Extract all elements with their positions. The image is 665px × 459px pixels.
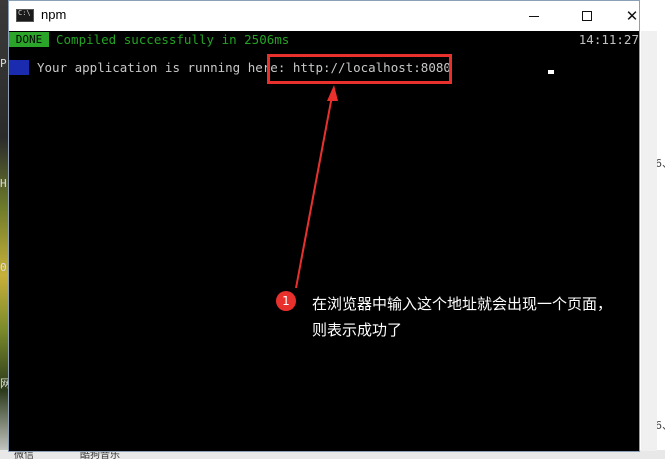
annotation-text-line2: 则表示成功了 xyxy=(312,321,403,339)
text-cursor xyxy=(548,70,554,74)
annotation-text-line1: 在浏览器中输入这个地址就会出现一个页面， xyxy=(312,295,613,313)
done-badge: DONE xyxy=(9,32,49,47)
url-highlight-box xyxy=(267,54,452,84)
annotation-note: 在浏览器中输入这个地址就会出现一个页面， 则表示成功了 xyxy=(312,291,642,343)
timestamp: 14:11:27 xyxy=(578,32,639,47)
console-window: npm ✕ DONE Compiled successfully in 2506… xyxy=(8,0,657,452)
close-button[interactable]: ✕ xyxy=(609,1,655,31)
console-icon xyxy=(16,9,34,22)
compile-status: Compiled successfully in 2506ms xyxy=(56,32,290,47)
maximize-icon xyxy=(582,11,592,21)
console-scrollbar[interactable] xyxy=(641,31,657,451)
console-output[interactable]: DONE Compiled successfully in 2506ms 14:… xyxy=(9,31,639,451)
maximize-button[interactable] xyxy=(565,1,611,31)
minimize-button[interactable] xyxy=(511,1,557,31)
running-label: Your application is running here: xyxy=(37,60,293,75)
close-icon: ✕ xyxy=(625,7,639,25)
desktop-background-left: P H 0 网 xyxy=(0,0,11,459)
background-text: 0 xyxy=(0,261,7,274)
console-line: DONE Compiled successfully in 2506ms 14:… xyxy=(9,32,639,48)
title-bar[interactable]: npm ✕ xyxy=(9,1,639,31)
annotation-number-badge: 1 xyxy=(276,291,296,311)
minimize-icon xyxy=(529,16,539,17)
background-text: P xyxy=(0,57,7,70)
background-text: H xyxy=(0,177,7,190)
info-badge xyxy=(9,60,29,75)
window-title: npm xyxy=(41,7,67,22)
